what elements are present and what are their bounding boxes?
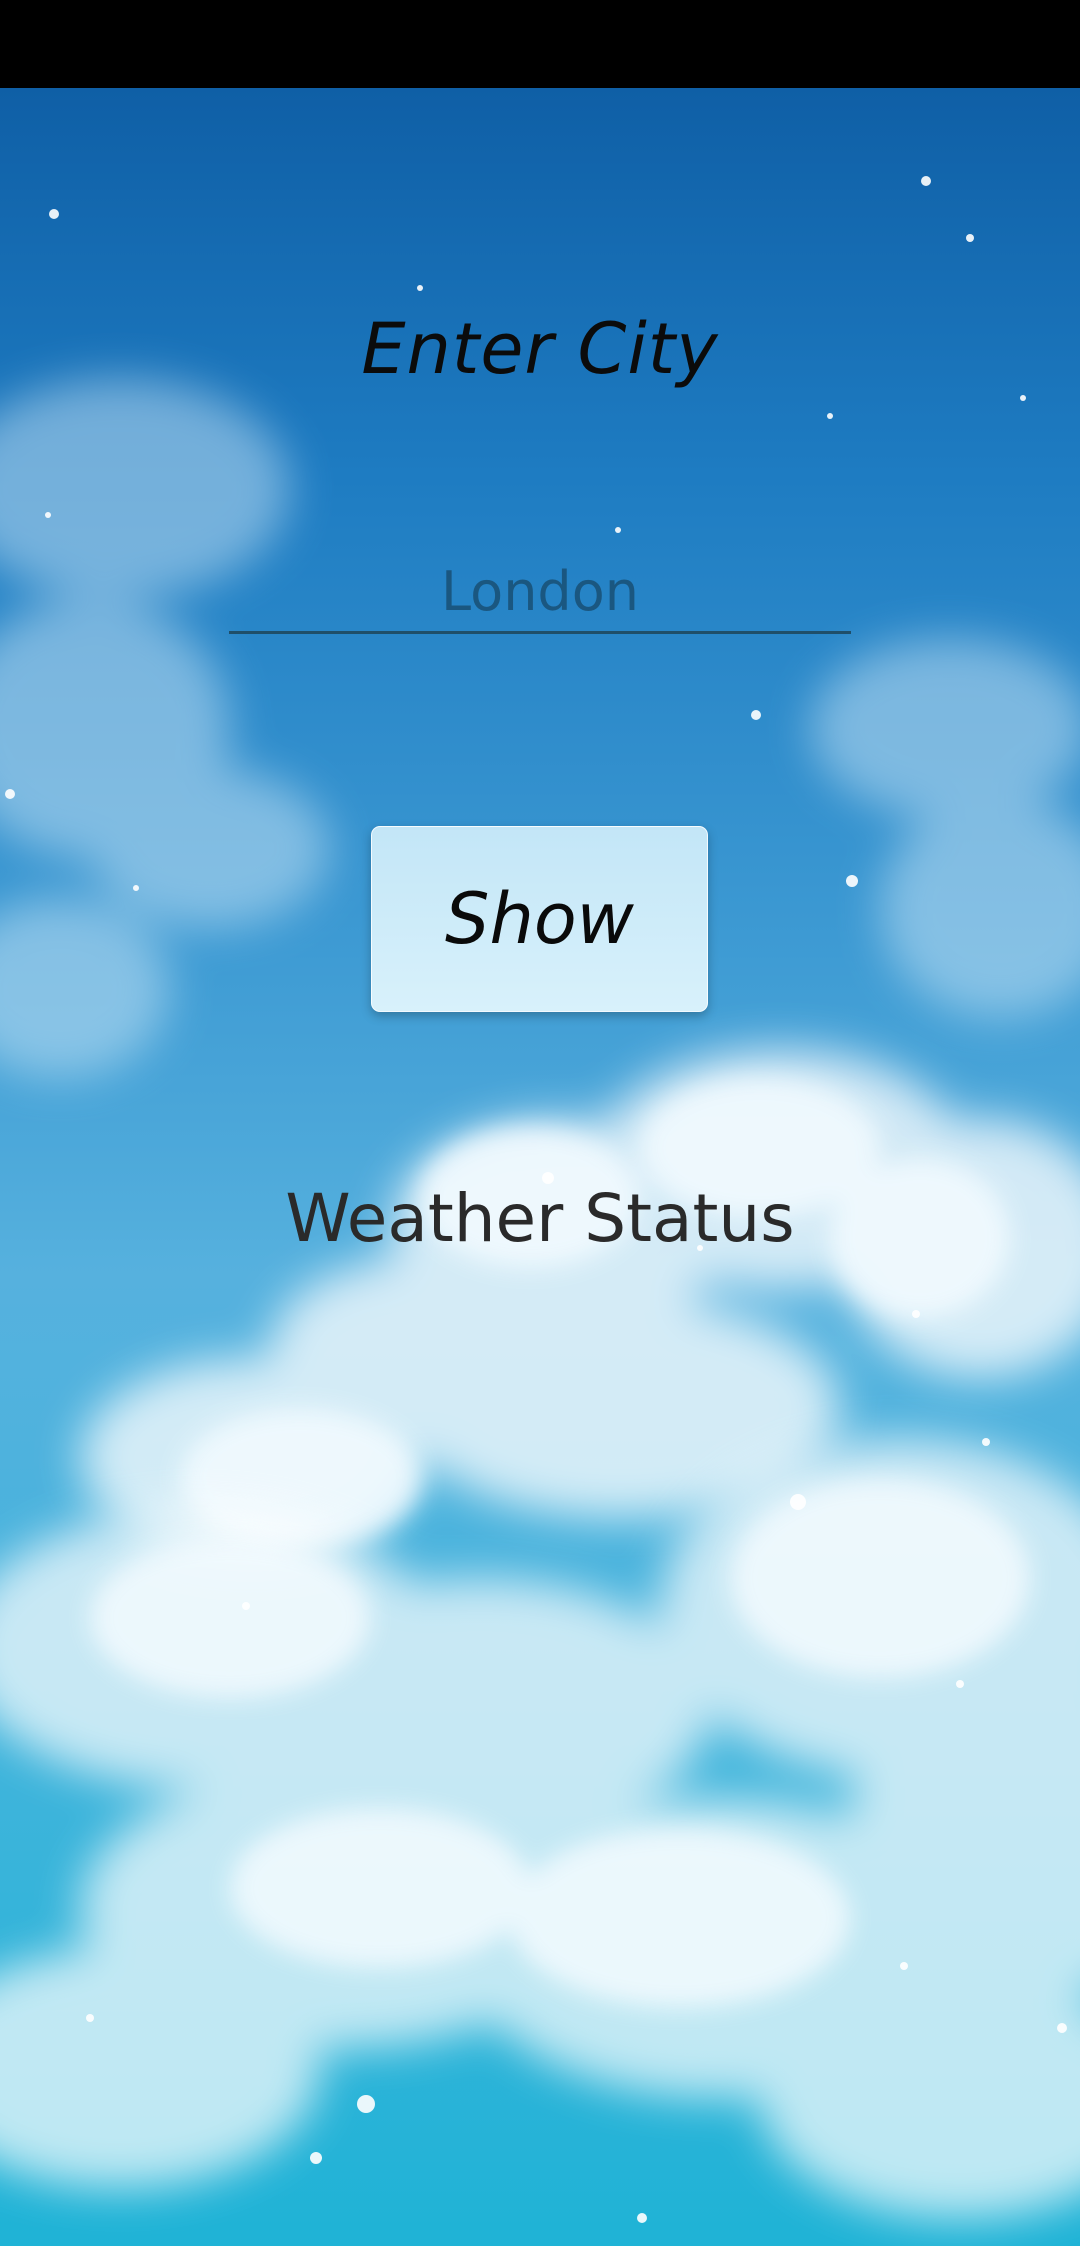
status-bar xyxy=(0,0,1080,88)
sky-background xyxy=(0,88,1080,2246)
show-button[interactable]: Show xyxy=(371,826,708,1012)
city-input[interactable] xyxy=(229,552,851,634)
weather-status-text: Weather Status xyxy=(285,1180,795,1257)
enter-city-heading: Enter City xyxy=(361,308,719,390)
clouds-background-image xyxy=(0,176,1080,2223)
